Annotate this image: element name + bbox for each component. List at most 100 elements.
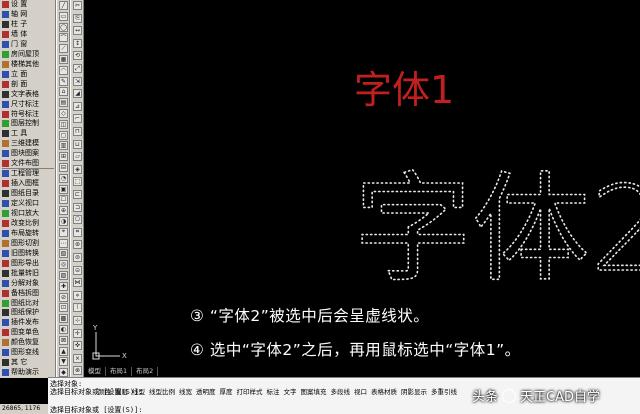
palette-item-24[interactable]: 图形切割 bbox=[0, 239, 56, 248]
toolbar-tool-icon[interactable]: ▤ bbox=[59, 98, 68, 108]
toolbar-tool-icon[interactable]: ◢ bbox=[73, 89, 82, 99]
toolbar-tool-icon[interactable]: ✛ bbox=[73, 328, 82, 338]
property-tool[interactable]: 线宽 bbox=[179, 386, 192, 396]
toolbar-tool-icon[interactable]: ⋄ bbox=[73, 290, 82, 300]
toolbar-tool-icon[interactable]: ⊡ bbox=[59, 303, 68, 313]
property-tool[interactable]: 标注 bbox=[267, 386, 280, 396]
toolbar-tool-icon[interactable]: ⊟ bbox=[59, 163, 68, 172]
toolbar-tool-icon[interactable]: ⌖ bbox=[59, 227, 68, 237]
property-tool[interactable]: 透明度 bbox=[196, 386, 216, 396]
toolbar-tool-icon[interactable]: ✚ bbox=[59, 281, 68, 291]
palette-item-27[interactable]: 批量转旧 bbox=[0, 269, 56, 278]
toolbar-tool-icon[interactable]: ⇲ bbox=[73, 76, 82, 86]
toolbar-tool-icon[interactable]: ▨ bbox=[59, 271, 68, 280]
property-tool[interactable]: 阴影显示 bbox=[401, 386, 427, 396]
toolbar-tool-icon[interactable]: ✜ bbox=[73, 341, 82, 351]
toolbar-tool-icon[interactable]: ✎ bbox=[59, 76, 68, 86]
property-tool[interactable]: 视口 bbox=[354, 386, 367, 396]
palette-item-23[interactable]: 布局旋转 bbox=[0, 229, 56, 238]
toolbar-tool-icon[interactable]: ◆ bbox=[59, 368, 68, 378]
toolbar-tool-icon[interactable]: ◈ bbox=[73, 164, 82, 174]
property-tool[interactable]: 多重引线 bbox=[431, 386, 457, 396]
toolbar-tool-icon[interactable]: ⊜ bbox=[73, 253, 82, 262]
palette-item-9[interactable]: 文字表格 bbox=[0, 90, 56, 99]
palette-item-0[interactable]: 设 置 bbox=[0, 0, 56, 9]
toolbar-tool-icon[interactable]: ▼ bbox=[59, 357, 68, 367]
toolbar-tool-icon[interactable]: ◔ bbox=[59, 173, 68, 183]
toolbar-tool-icon[interactable]: ⊐ bbox=[73, 202, 82, 212]
tab-model[interactable]: 模型 bbox=[84, 367, 106, 376]
palette-item-10[interactable]: 尺寸标注 bbox=[0, 99, 56, 108]
toolbar-tool-icon[interactable]: ▣ bbox=[59, 184, 68, 194]
toolbar-tool-icon[interactable]: ◑ bbox=[59, 217, 68, 226]
toolbar-tool-icon[interactable]: ◐ bbox=[59, 325, 68, 334]
palette-item-37[interactable]: 帮助演示 bbox=[0, 368, 56, 377]
palette-item-11[interactable]: 符号标注 bbox=[0, 109, 56, 118]
palette-item-3[interactable]: 墙 体 bbox=[0, 30, 56, 39]
palette-item-7[interactable]: 立 面 bbox=[0, 70, 56, 79]
toolbar-tool-icon[interactable]: ╱ bbox=[59, 1, 68, 10]
toolbar-tool-icon[interactable]: ⌐ bbox=[73, 114, 82, 124]
toolbar-tool-icon[interactable]: ✂ bbox=[73, 1, 82, 10]
palette-item-21[interactable]: 视口放大 bbox=[0, 209, 56, 218]
palette-item-8[interactable]: 剖 面 bbox=[0, 80, 56, 89]
toolbar-tool-icon[interactable]: ▢ bbox=[59, 130, 68, 140]
palette-item-36[interactable]: 其 它 bbox=[0, 358, 56, 367]
toolbar-tool-icon[interactable]: ▱ bbox=[73, 152, 82, 162]
property-tool[interactable]: 图案填充 bbox=[301, 386, 327, 396]
toolbar-tool-icon[interactable]: ⟋ bbox=[59, 44, 68, 54]
palette-item-20[interactable]: 定义视口 bbox=[0, 199, 56, 208]
toolbar-tool-icon[interactable]: ◠ bbox=[59, 65, 68, 75]
palette-item-2[interactable]: 柱 子 bbox=[0, 20, 56, 29]
toolbar-tool-icon[interactable]: ⊝ bbox=[73, 265, 82, 275]
property-tool[interactable]: 多段线 bbox=[331, 386, 351, 396]
toolbar-tool-icon[interactable]: ⎔ bbox=[73, 215, 82, 225]
palette-item-15[interactable]: 图块图案 bbox=[0, 149, 56, 158]
palette-item-4[interactable]: 门 窗 bbox=[0, 40, 56, 49]
toolbar-tool-icon[interactable]: ◯ bbox=[59, 22, 68, 32]
toolbar-tool-icon[interactable]: ⌗ bbox=[73, 227, 82, 237]
text-object-font1[interactable]: 字体1 bbox=[354, 68, 454, 112]
palette-item-6[interactable]: 楼梯其他 bbox=[0, 60, 56, 69]
toolbar-tool-icon[interactable]: ⊛ bbox=[73, 240, 82, 250]
palette-item-22[interactable]: 改变比例 bbox=[0, 219, 56, 228]
palette-item-16[interactable]: 文件布图 bbox=[0, 159, 56, 168]
toolbar-tool-icon[interactable]: ⋯ bbox=[59, 238, 68, 248]
tab-layout2[interactable]: 布局2 bbox=[132, 367, 159, 376]
toolbar-tool-icon[interactable]: ⊹ bbox=[73, 316, 82, 325]
toolbar-tool-icon[interactable]: ⬚ bbox=[73, 177, 82, 187]
toolbar-tool-icon[interactable]: ◇ bbox=[59, 109, 68, 118]
property-tool[interactable]: 颜色 bbox=[98, 386, 111, 396]
palette-item-12[interactable]: 图层控制 bbox=[0, 119, 56, 128]
toolbar-tool-icon[interactable]: ▧ bbox=[59, 249, 68, 259]
property-tool[interactable]: 表格材质 bbox=[371, 386, 397, 396]
text-object-font2-selected[interactable]: 字体2 bbox=[353, 159, 640, 299]
toolbar-tool-icon[interactable]: ⎘ bbox=[73, 13, 82, 23]
palette-item-18[interactable]: 插入图框 bbox=[0, 179, 56, 188]
property-tool[interactable]: 线型 bbox=[132, 386, 145, 396]
toolbar-tool-icon[interactable]: ⊞ bbox=[59, 152, 68, 162]
toolbar-tool-icon[interactable]: ⨯ bbox=[73, 353, 82, 363]
toolbar-tool-icon[interactable]: ⌒ bbox=[59, 33, 68, 43]
toolbar-tool-icon[interactable]: ⊏ bbox=[73, 190, 82, 199]
toolbar-tool-icon[interactable]: ▦ bbox=[59, 55, 68, 64]
toolbar-tool-icon[interactable]: ⊗ bbox=[73, 366, 82, 376]
palette-item-35[interactable]: 图形变线 bbox=[0, 348, 56, 357]
toolbar-tool-icon[interactable]: ⊕ bbox=[59, 206, 68, 216]
toolbar-tool-icon[interactable]: ◎ bbox=[59, 260, 68, 270]
toolbar-tool-icon[interactable]: ⊺ bbox=[73, 303, 82, 313]
toolbar-tool-icon[interactable]: ⌂ bbox=[59, 87, 68, 97]
property-tool[interactable]: 打印样式 bbox=[237, 386, 263, 396]
toolbar-tool-icon[interactable]: ⊓ bbox=[73, 127, 82, 136]
palette-item-30[interactable]: 图纸比对 bbox=[0, 298, 56, 307]
palette-item-33[interactable]: 图变单色 bbox=[0, 328, 56, 337]
palette-item-34[interactable]: 颜色恢复 bbox=[0, 338, 56, 347]
toolbar-tool-icon[interactable]: ⊘ bbox=[59, 292, 68, 302]
toolbar-tool-icon[interactable]: ▥ bbox=[59, 141, 68, 151]
property-tool[interactable]: 图层 bbox=[115, 386, 128, 396]
property-tool[interactable]: 厚度 bbox=[220, 386, 233, 396]
palette-item-29[interactable]: 备档拆图 bbox=[0, 288, 56, 297]
palette-item-25[interactable]: 旧图转换 bbox=[0, 249, 56, 258]
toolbar-tool-icon[interactable]: ☐ bbox=[59, 195, 68, 205]
toolbar-tool-icon[interactable]: ⤢ bbox=[73, 64, 82, 73]
